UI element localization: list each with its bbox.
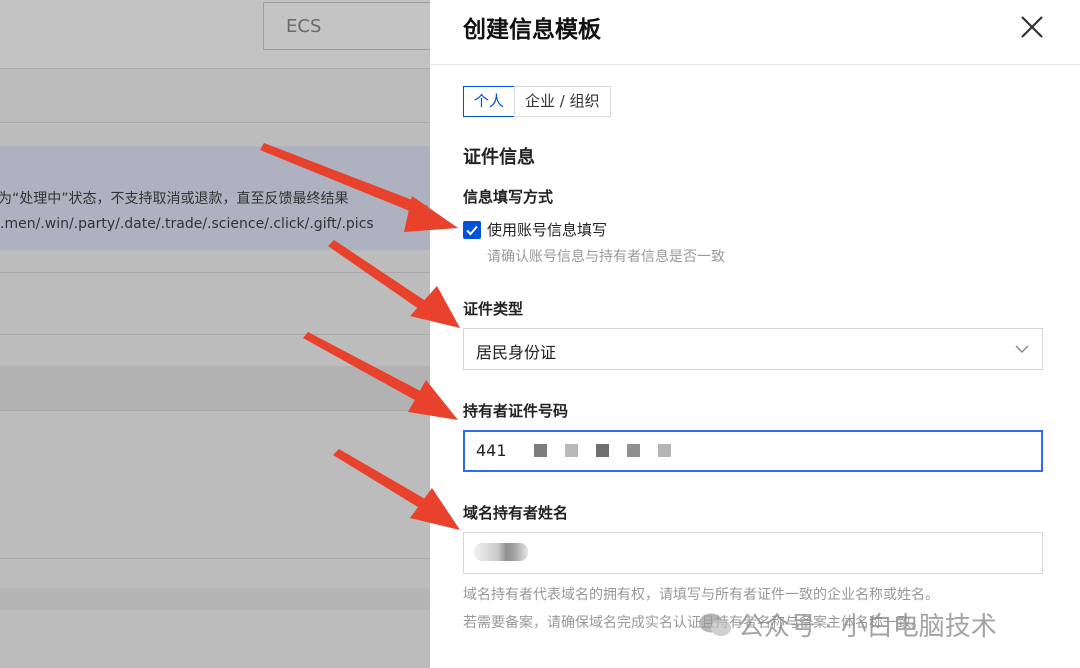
holder-name-desc-line1: 域名持有者代表域名的拥有权，请填写与所有者证件一致的企业名称或姓名。 (463, 587, 939, 603)
background-table-header (0, 366, 430, 410)
use-account-info-label[interactable]: 使用账号信息填写 (487, 219, 607, 240)
chevron-down-icon (1015, 345, 1029, 353)
tab-personal[interactable]: 个人 (463, 86, 516, 117)
close-icon[interactable] (1018, 13, 1046, 41)
background-divider (0, 334, 430, 335)
section-title-cert-info: 证件信息 (463, 147, 535, 168)
cert-type-select[interactable]: 居民身份证 (463, 328, 1043, 370)
tab-enterprise[interactable]: 企业 / 组织 (514, 86, 611, 117)
watermark: 公众号 · 小白电脑技术 (692, 606, 997, 643)
ecs-filter-box[interactable]: ECS (263, 2, 430, 50)
watermark-text: 公众号 · 小白电脑技术 (738, 612, 997, 642)
blurred-name (474, 543, 528, 561)
masked-digits (564, 444, 578, 457)
background-divider (0, 68, 430, 69)
fill-method-hint: 请确认账号信息与持有者信息是否一致 (487, 249, 725, 265)
drawer-header-divider (430, 64, 1080, 65)
masked-digits (626, 444, 640, 457)
background-divider (0, 122, 430, 123)
use-account-info-checkbox[interactable] (463, 221, 481, 239)
create-template-drawer: 创建信息模板 个人 企业 / 组织 证件信息 信息填写方式 使用账号信息填写 请… (430, 0, 1080, 668)
notice-text-line1: 为“处理中”状态，不支持取消或退款，直至反馈最终结果 (0, 191, 349, 207)
check-icon (466, 225, 478, 236)
holder-name-label: 域名持有者姓名 (463, 504, 569, 522)
drawer-title: 创建信息模板 (463, 17, 601, 43)
fill-method-label: 信息填写方式 (463, 188, 554, 206)
masked-digits (595, 444, 609, 457)
cert-type-value: 居民身份证 (476, 343, 557, 362)
cert-type-label: 证件类型 (463, 300, 524, 318)
notice-text-line2: .men/.win/.party/.date/.trade/.science/.… (0, 216, 374, 232)
background-notice: 为“处理中”状态，不支持取消或退款，直至反馈最终结果 .men/.win/.pa… (0, 146, 430, 250)
cert-number-value: 441 (476, 441, 507, 460)
masked-digits (658, 444, 672, 457)
masked-digits (533, 444, 547, 457)
background-divider (0, 272, 430, 273)
cert-number-input[interactable]: 441 (463, 430, 1043, 472)
holder-name-input[interactable] (463, 532, 1043, 574)
background-divider (0, 410, 430, 411)
background-divider (0, 558, 430, 559)
holder-type-tabs: 个人 企业 / 组织 (463, 86, 611, 117)
cert-number-label: 持有者证件号码 (463, 402, 569, 420)
background-page: ECS 为“处理中”状态，不支持取消或退款，直至反馈最终结果 .men/.win… (0, 0, 430, 668)
background-footer-bar (0, 588, 430, 610)
